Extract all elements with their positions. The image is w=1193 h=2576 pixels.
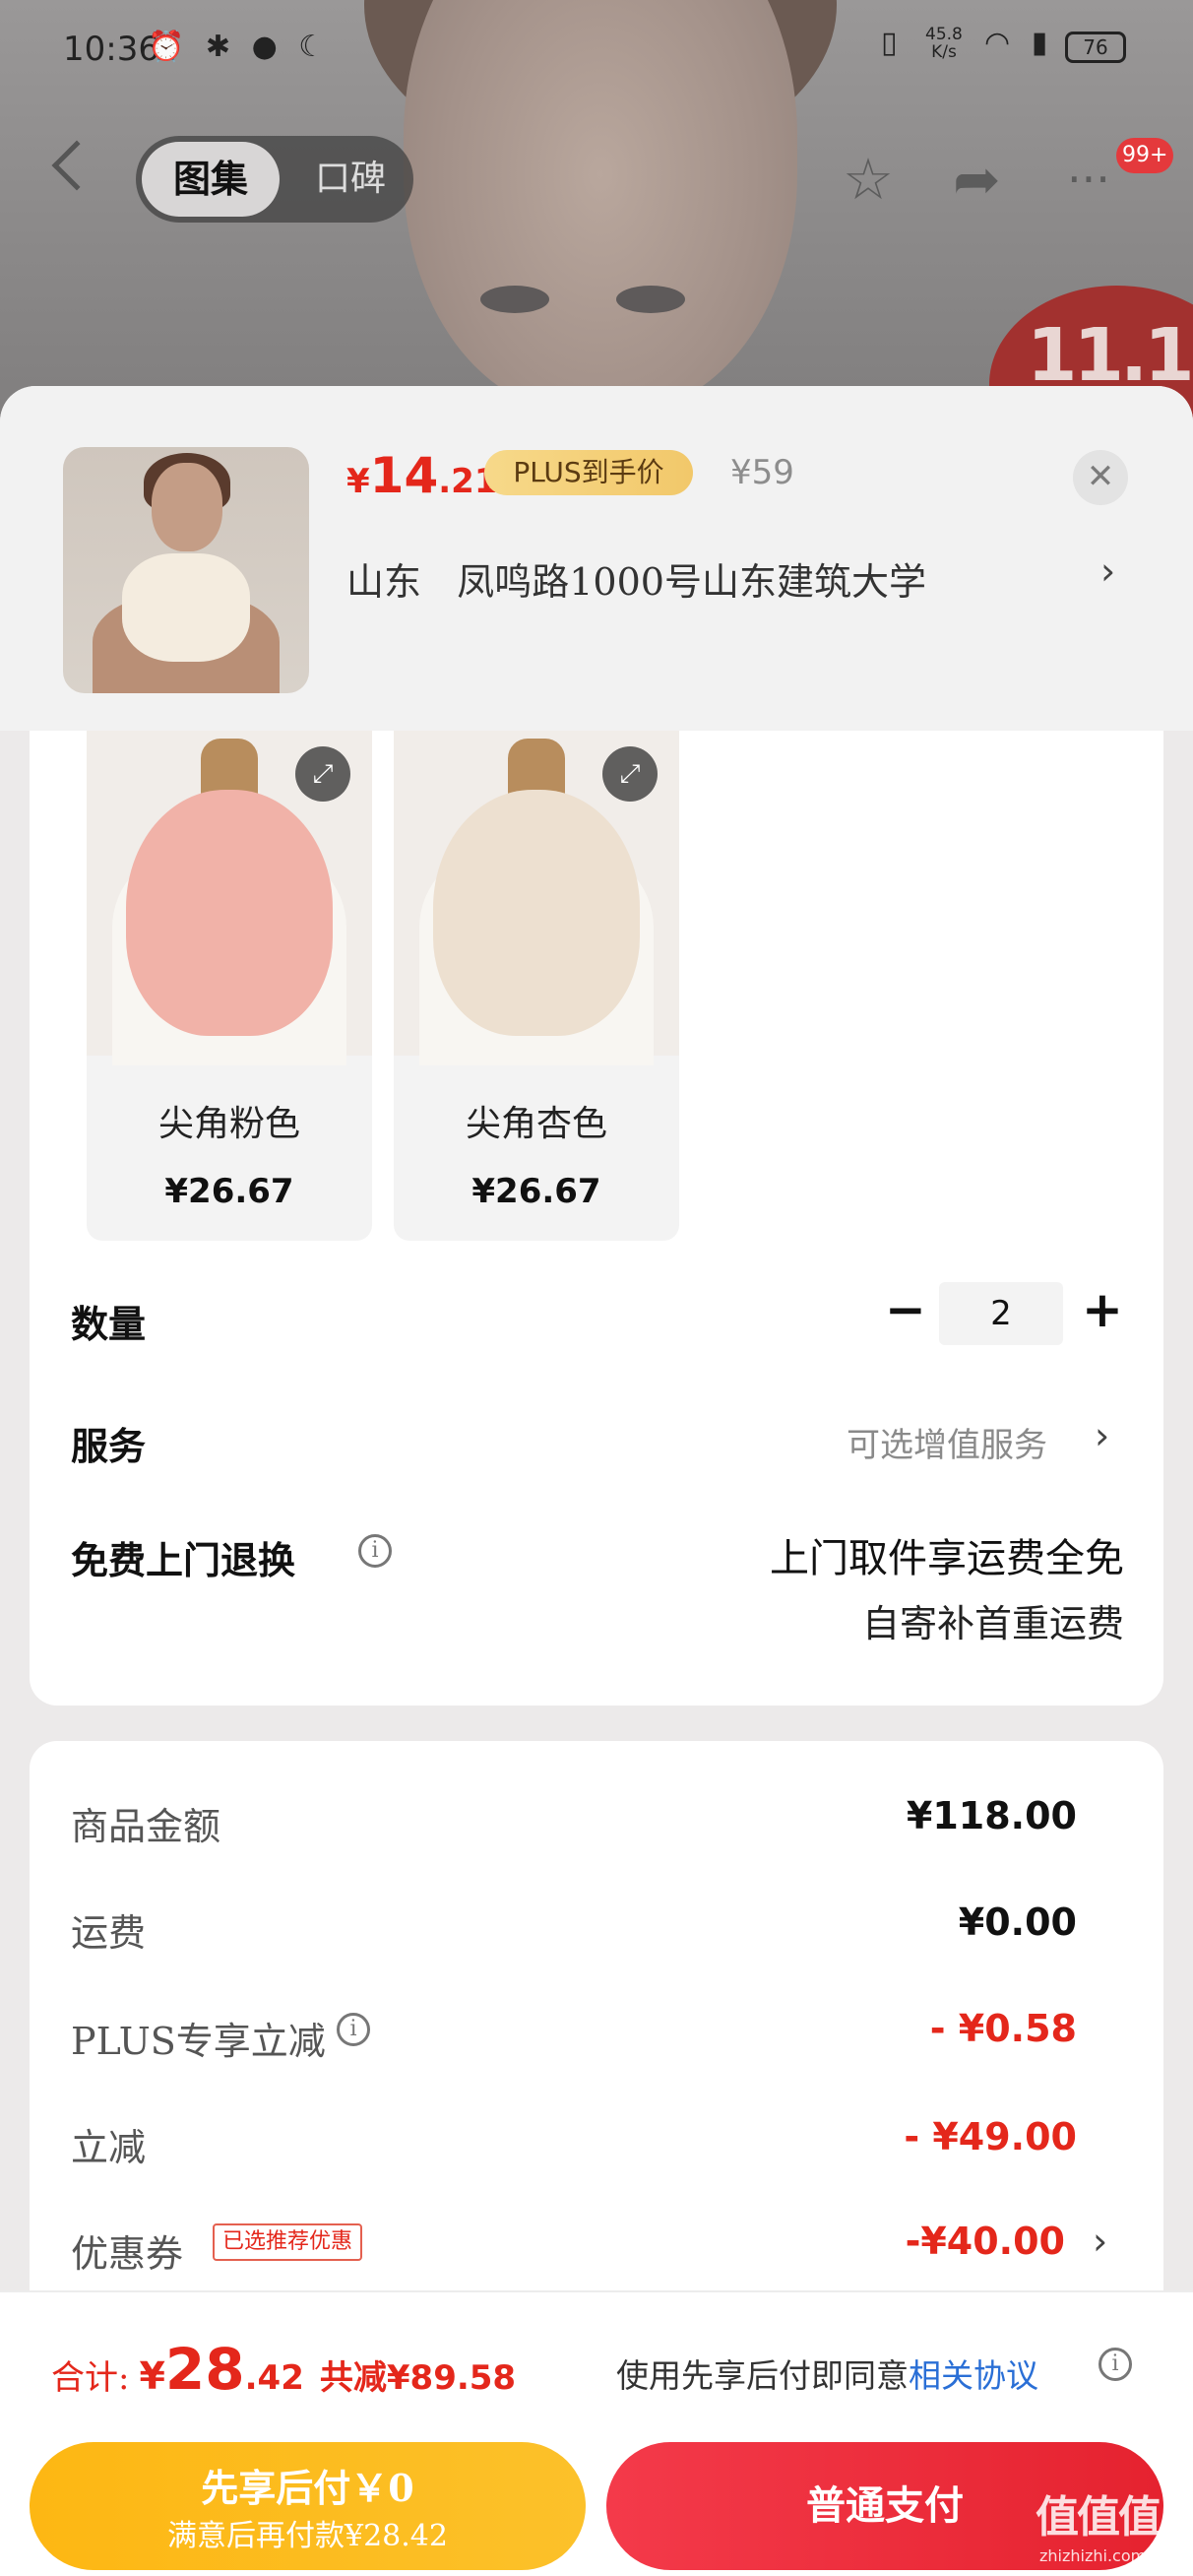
agreement-prefix: 使用先享后付即同意 [616,2356,909,2395]
product-thumbnail[interactable] [63,447,309,693]
expand-icon[interactable]: ⤢ [295,746,350,802]
shipping-address[interactable]: 山东 凤鸣路1000号山东建筑大学 [346,551,926,606]
service-label: 服务 [71,1424,147,1468]
quantity-label: 数量 [71,1302,147,1346]
pay-later-title: 先享后付￥0 [201,2466,414,2510]
view-switcher: 图集 口碑 [136,136,413,223]
chevron-right-icon[interactable]: › [1093,2220,1107,2263]
summary-label-shipping: 运费 [71,1911,147,1955]
summary-label-instant-discount: 立减 [71,2126,147,2169]
status-bar: 10:36 ⏰ ✱ ● ☾ ▯ 45.8 K/s ◠ ▮ 76 [0,0,1193,98]
price-symbol: ¥ [346,462,370,501]
coupon-recommended-tag: 已选推荐优惠 [213,2223,363,2261]
pay-later-button[interactable]: 先享后付￥0 满意后再付款¥28.42 [30,2442,586,2570]
summary-value-shipping: ¥0.00 [958,1900,1077,1944]
checkout-bar: 合计: ¥ 28 .42 共减¥89.58 使用先享后付即同意相关协议 i 先享… [0,2290,1193,2576]
message-count-badge: 99+ [1116,138,1174,173]
hero-eye-left [480,286,549,313]
quantity-minus-button[interactable]: − [876,1282,935,1341]
tab-gallery[interactable]: 图集 [142,142,280,217]
product-price: ¥ 14 .21 [346,447,498,506]
thumb-face [152,463,222,551]
quantity-plus-button[interactable]: + [1073,1282,1132,1341]
tab-reviews[interactable]: 口碑 [293,142,408,217]
pay-later-subtitle: 满意后再付款¥28.42 [167,2519,448,2553]
total-decimal: .42 [244,2358,304,2398]
order-total: 合计: ¥ 28 .42 共减¥89.58 [51,2336,516,2403]
network-speed: 45.8 K/s [925,26,963,61]
wifi-icon: ◠ ▮ [984,26,1054,60]
price-summary: 商品金额 ¥118.00 运费 ¥0.00 PLUS专享立减 i - ¥0.58… [30,1741,1163,2332]
summary-value-instant-discount: - ¥49.00 [904,2115,1077,2158]
favorite-star-icon[interactable]: ☆ [843,144,894,215]
total-symbol: ¥ [139,2354,165,2398]
expand-icon[interactable]: ⤢ [602,746,658,802]
variant-option[interactable]: ⤢ 尖角杏色 ¥26.67 [394,731,679,1241]
sheet-header: ¥ 14 .21 PLUS到手价 ¥59 ✕ 山东 凤鸣路1000号山东建筑大学… [0,386,1193,731]
total-label: 合计: [51,2358,130,2398]
plus-price-tag: PLUS到手价 [484,450,693,495]
chevron-right-icon[interactable]: › [1095,1414,1109,1457]
network-speed-unit: K/s [931,42,957,62]
close-button[interactable]: ✕ [1073,450,1128,505]
free-return-pickup: 上门取件享运费全免 [770,1536,1124,1581]
variant-name: 尖角粉色 [157,1104,300,1144]
status-time: 10:36 [63,30,159,69]
agreement-text: 使用先享后付即同意相关协议 [616,2350,1038,2397]
agreement-link[interactable]: 相关协议 [909,2356,1038,2395]
share-icon[interactable]: ➦ [953,144,1001,215]
more-icon[interactable]: ··· [1067,144,1110,215]
total-saved: 共减¥89.58 [319,2358,517,2398]
summary-value-goods: ¥118.00 [906,1794,1077,1837]
summary-label-goods: 商品金额 [71,1805,221,1848]
watermark-logo: 值值值 [1036,2492,1162,2543]
summary-label-coupon: 优惠券 [71,2232,184,2276]
original-price: ¥59 [730,453,794,492]
variant-price: ¥26.67 [471,1172,601,1211]
status-left-icons: ⏰ ✱ ● ☾ [148,30,332,64]
scarf-pink [126,790,333,1036]
thumb-scarf [122,553,250,662]
summary-value-plus-discount: - ¥0.58 [929,2007,1077,2050]
purchase-sheet: ¥ 14 .21 PLUS到手价 ¥59 ✕ 山东 凤鸣路1000号山东建筑大学… [0,386,1193,2576]
total-integer: 28 [164,2336,245,2403]
signal-icon: ▯ [881,26,904,60]
battery-icon: 76 [1065,32,1126,63]
variant-option[interactable]: ⤢ 尖角粉色 ¥26.67 [87,731,372,1241]
variant-price: ¥26.67 [164,1172,294,1211]
watermark-url: zhizhizhi.com [1039,2546,1147,2565]
free-return-self-ship: 自寄补首重运费 [861,1602,1124,1645]
chevron-right-icon[interactable]: › [1100,549,1115,593]
info-icon[interactable]: i [1099,2348,1132,2381]
variant-name: 尖角杏色 [465,1104,607,1144]
price-integer: 14 [369,447,439,504]
hero-eye-right [616,286,685,313]
info-icon[interactable]: i [358,1534,392,1568]
options-card: ⤢ 尖角粉色 ¥26.67 ⤢ 尖角杏色 ¥26.67 数量 − 2 + 服务 … [30,731,1163,1706]
info-icon[interactable]: i [337,2013,370,2046]
service-selector[interactable]: 可选增值服务 [847,1418,1047,1466]
summary-label-plus-discount: PLUS专享立减 [71,2020,326,2063]
free-return-label: 免费上门退换 [71,1538,296,1582]
network-speed-value: 45.8 [925,25,963,44]
quantity-input[interactable]: 2 [939,1282,1063,1345]
summary-value-coupon[interactable]: -¥40.00 [906,2220,1065,2263]
scarf-apricot [433,790,640,1036]
